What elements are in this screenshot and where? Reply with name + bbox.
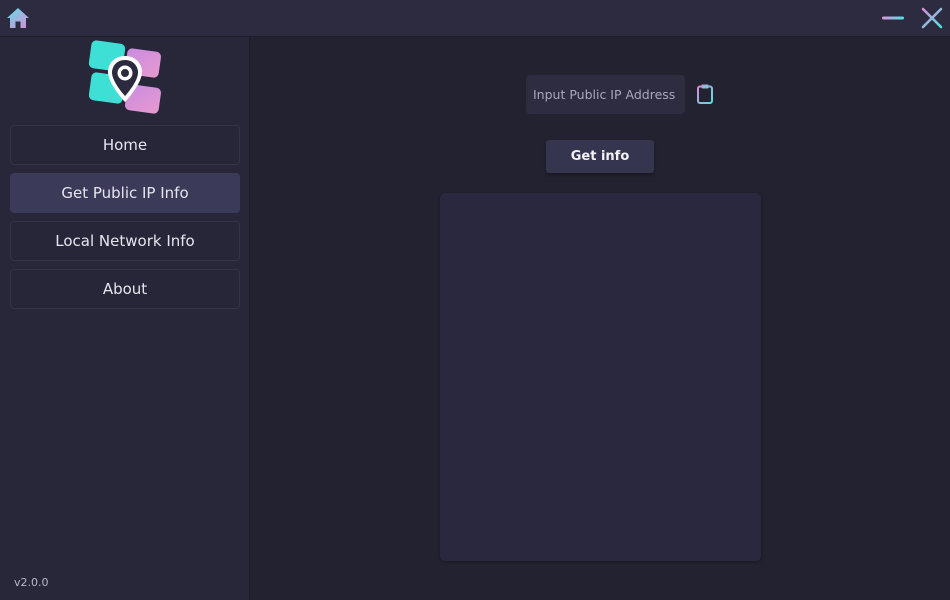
sidebar-item-local-network-info[interactable]: Local Network Info [10, 221, 240, 261]
sidebar: Home Get Public IP Info Local Network In… [0, 37, 250, 600]
sidebar-item-home[interactable]: Home [10, 125, 240, 165]
get-info-button[interactable]: Get info [546, 140, 654, 173]
clipboard-icon[interactable] [695, 83, 715, 105]
sidebar-item-label: Local Network Info [55, 232, 195, 250]
version-label: v2.0.0 [14, 576, 49, 589]
sidebar-item-label: Home [102, 136, 148, 154]
sidebar-item-label: Get Public IP Info [61, 184, 189, 202]
sidebar-item-about[interactable]: About [10, 269, 240, 309]
location-pin-icon [88, 40, 161, 114]
sidebar-item-label: About [102, 280, 148, 298]
home-icon[interactable] [5, 6, 31, 30]
result-panel [440, 193, 761, 561]
minimize-icon[interactable] [880, 8, 906, 28]
public-ip-input[interactable] [526, 75, 685, 114]
title-bar [0, 0, 950, 37]
sidebar-item-get-public-ip-info[interactable]: Get Public IP Info [10, 173, 240, 213]
close-icon[interactable] [919, 6, 945, 30]
